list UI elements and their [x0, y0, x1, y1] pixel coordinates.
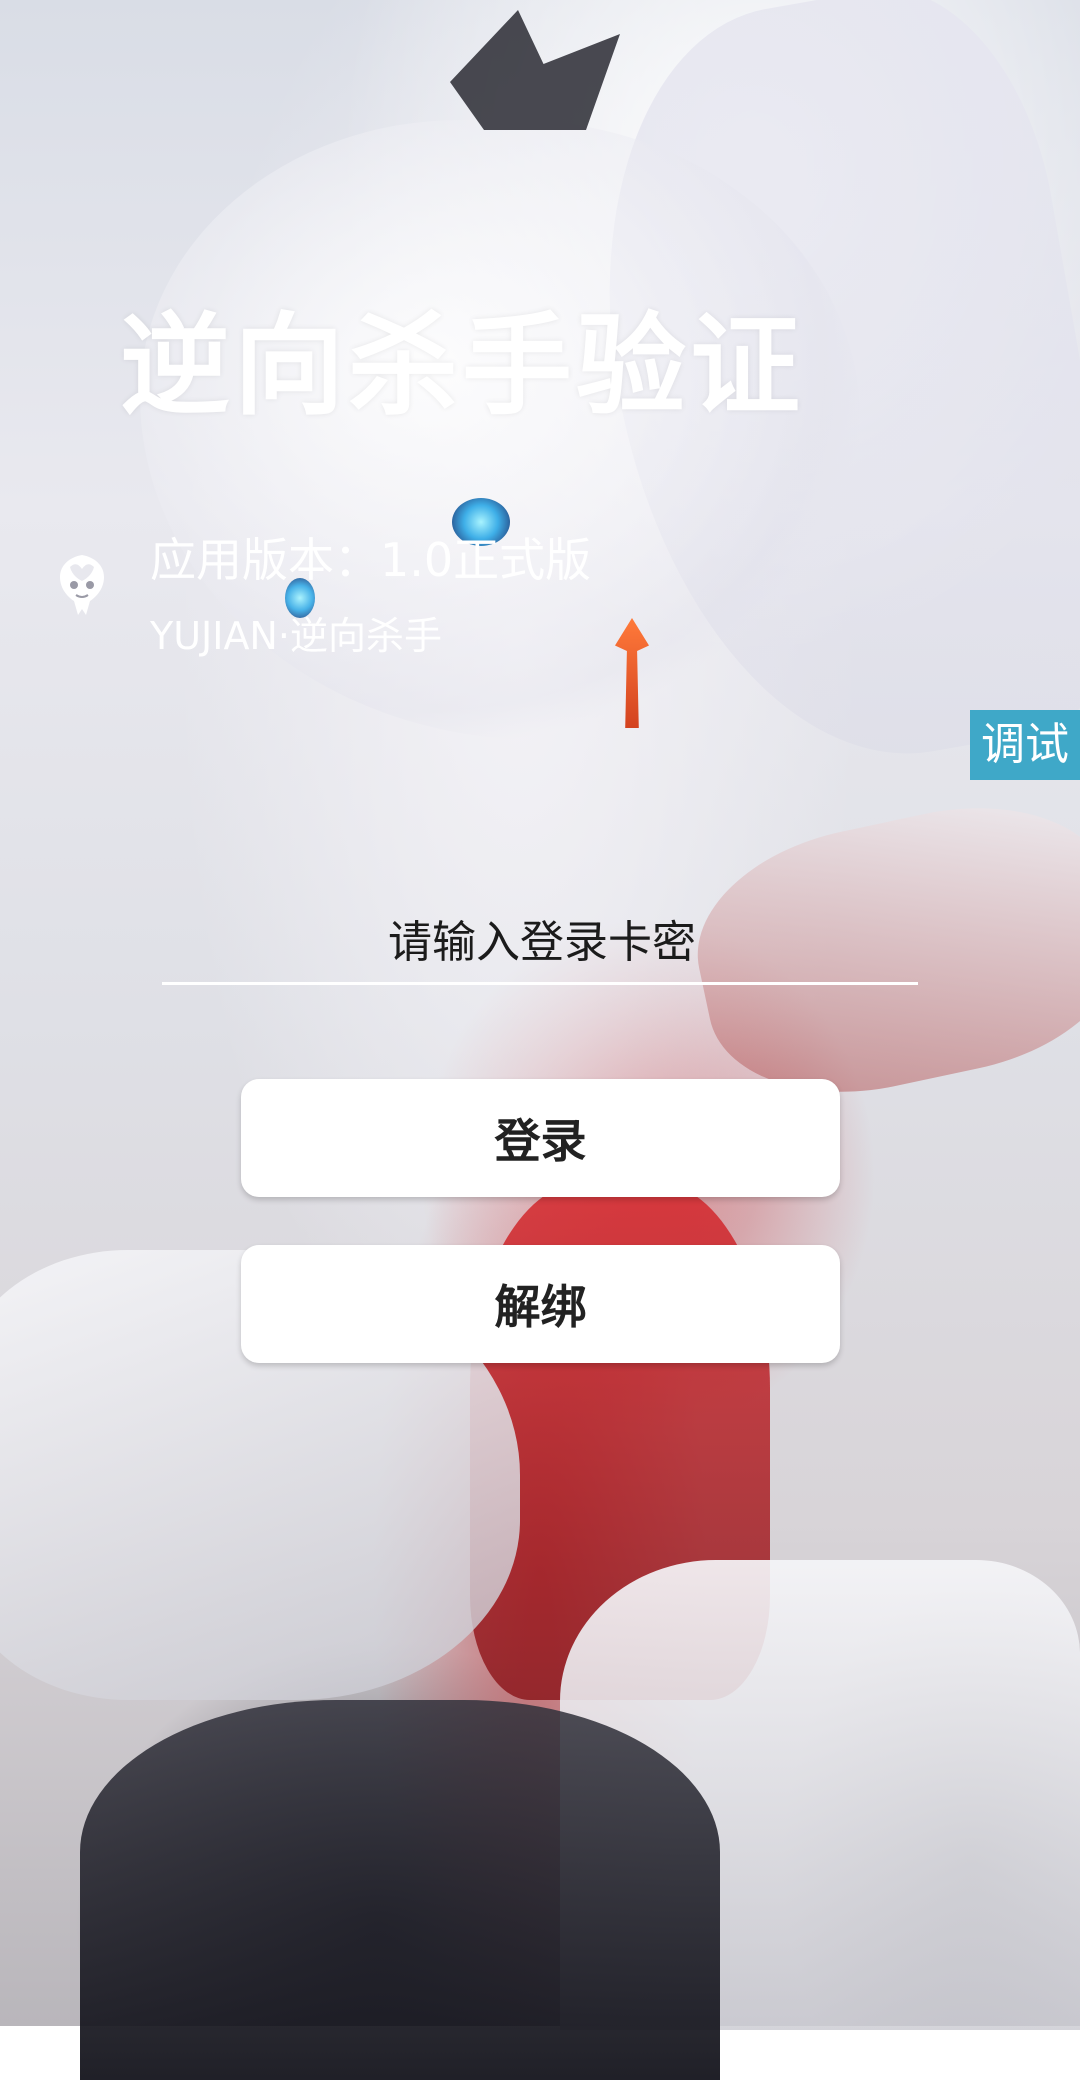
card-key-input[interactable] — [162, 900, 922, 984]
page-title: 逆向杀手验证 — [120, 302, 804, 430]
login-button[interactable]: 登录 — [241, 1079, 840, 1197]
flame-mask-logo-icon — [56, 553, 108, 619]
unbind-button[interactable]: 解绑 — [241, 1245, 840, 1363]
app-version-text: 应用版本：1.0正式版 — [150, 533, 592, 587]
debug-button[interactable]: 调试 — [970, 710, 1080, 780]
card-key-field — [162, 900, 922, 985]
app-subtitle: YUJIAN·逆向杀手 — [150, 614, 442, 658]
